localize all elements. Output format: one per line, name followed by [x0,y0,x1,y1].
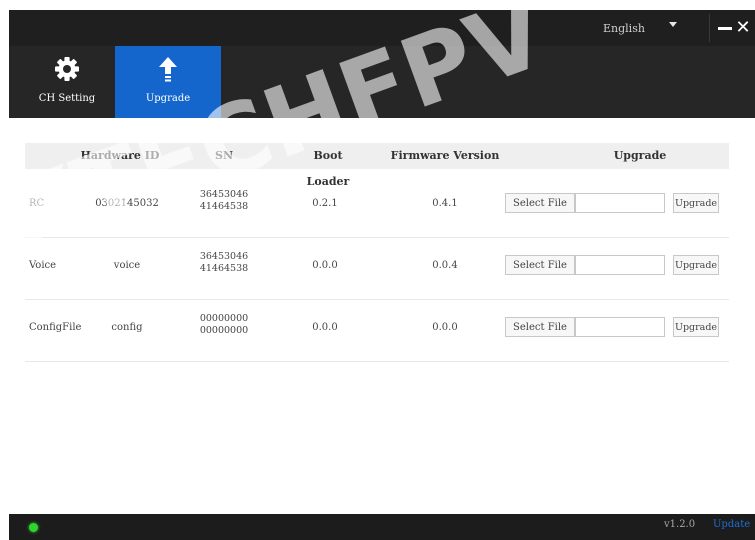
language-value: English [603,22,645,35]
hardware-id: config [111,322,143,333]
serial-line-1: 36453046 [199,251,249,262]
table-row: RC 0302145032 36453046 41464538 0.2.1 0.… [25,175,729,238]
boot-loader-version: 0.0.0 [312,322,338,333]
upgrade-button[interactable]: Upgrade [673,193,719,213]
serial-number: 00000000 00000000 [191,313,257,337]
language-select[interactable]: English [597,18,697,40]
serial-line-2: 00000000 [199,325,249,336]
tab-upgrade[interactable]: Upgrade [115,46,221,118]
tab-label: CH Setting [38,93,96,104]
upgrade-panel: Hardware ID SN Boot Loader Firmware Vers… [9,118,755,514]
column-header: Hardware ID [80,149,160,162]
serial-line-2: 41464538 [199,201,249,212]
status-bar: v1.2.0 Update [9,514,755,540]
column-header: Firmware Version [390,149,500,162]
app-window: English ✕ CH Setting Upgrade Hardware ID… [9,10,755,540]
tab-label: Upgrade [145,93,191,104]
app-version: v1.2.0 [664,519,696,530]
boot-loader-version: 0.2.1 [312,198,338,209]
hardware-id: 0302145032 [95,198,159,209]
select-file-button[interactable]: Select File [505,317,575,337]
nav-bar: CH Setting Upgrade [9,46,755,118]
boot-loader-version: 0.0.0 [312,260,338,271]
table-header: Hardware ID SN Boot Loader Firmware Vers… [25,143,729,188]
update-link[interactable]: Update [713,519,750,530]
minimize-button[interactable] [717,18,733,38]
serial-number: 36453046 41464538 [191,189,257,213]
upgrade-button[interactable]: Upgrade [673,255,719,275]
serial-number: 36453046 41464538 [191,251,257,275]
upgrade-button[interactable]: Upgrade [673,317,719,337]
column-header: Boot Loader [306,149,350,188]
firmware-version: 0.4.1 [432,198,458,209]
firmware-version: 0.0.4 [432,260,458,271]
gear-icon [27,56,107,82]
serial-line-1: 00000000 [199,313,249,324]
device-name: Voice [29,260,57,271]
tab-ch-setting[interactable]: CH Setting [27,46,107,118]
chevron-down-icon[interactable] [669,22,677,27]
connection-status-led [29,523,38,532]
upload-arrow-icon [115,56,221,82]
hardware-id: voice [113,260,141,271]
column-header: Upgrade [613,149,667,162]
file-path-field[interactable] [575,317,665,337]
firmware-version: 0.0.0 [432,322,458,333]
select-file-button[interactable]: Select File [505,255,575,275]
select-file-button[interactable]: Select File [505,193,575,213]
close-button[interactable]: ✕ [735,18,751,38]
file-path-field[interactable] [575,193,665,213]
table-row: Voice voice 36453046 41464538 0.0.0 0.0.… [25,237,729,300]
column-header: SN [215,149,233,162]
title-bar: English ✕ [9,10,755,46]
serial-line-1: 36453046 [199,189,249,200]
device-name: RC [29,198,45,209]
title-bar-divider [709,14,710,42]
table-row: ConfigFile config 00000000 00000000 0.0.… [25,299,729,362]
serial-line-2: 41464538 [199,263,249,274]
file-path-field[interactable] [575,255,665,275]
device-name: ConfigFile [29,322,82,333]
